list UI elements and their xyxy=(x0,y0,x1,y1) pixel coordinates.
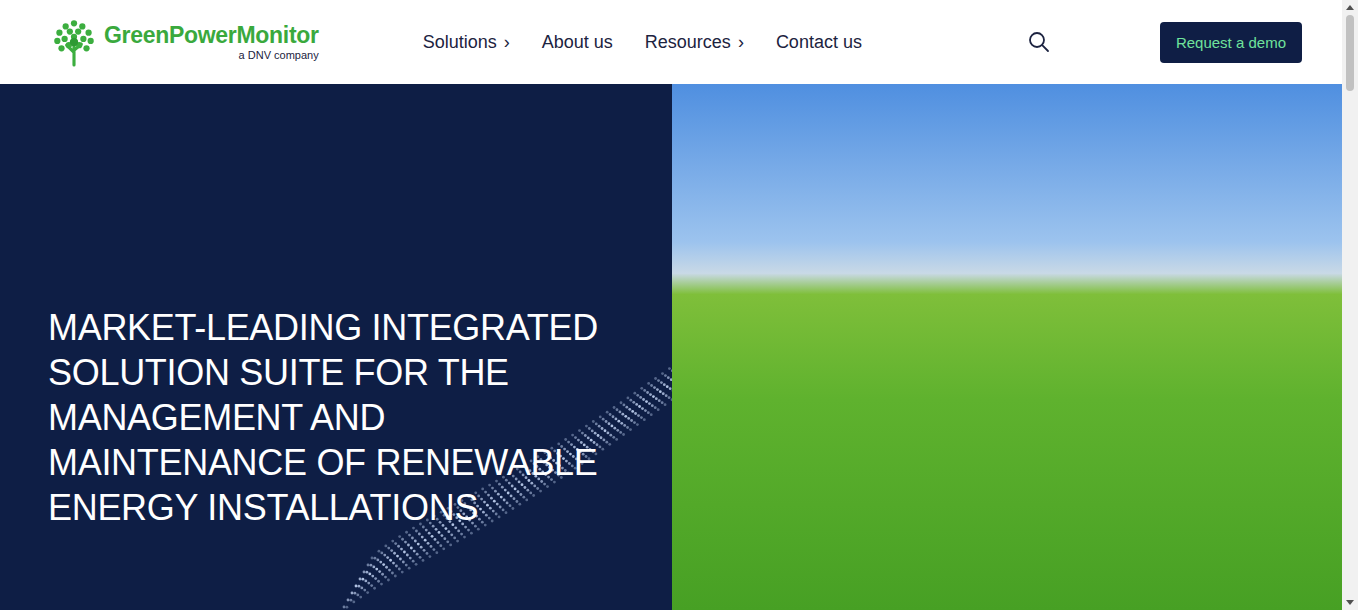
main-nav: Solutions› About us Resources› Contact us xyxy=(423,32,862,53)
chevron-icon: › xyxy=(738,32,744,53)
scroll-thumb[interactable] xyxy=(1346,15,1354,91)
hero-photo xyxy=(672,84,1342,610)
request-demo-button[interactable]: Request a demo xyxy=(1160,22,1302,63)
logo-name: GreenPowerMonitor xyxy=(104,22,319,48)
nav-item[interactable]: Solutions› xyxy=(423,32,510,53)
scrollbar[interactable] xyxy=(1342,0,1358,610)
nav-item[interactable]: About us xyxy=(542,32,613,53)
hero: MARKET-LEADING INTEGRATED SOLUTION SUITE… xyxy=(0,84,1342,610)
search-icon[interactable] xyxy=(1028,31,1050,53)
tree-logo-icon xyxy=(50,17,98,67)
chevron-icon: › xyxy=(504,32,510,53)
page: GreenPowerMonitor a DNV company Solution… xyxy=(0,0,1358,610)
content: GreenPowerMonitor a DNV company Solution… xyxy=(0,0,1342,610)
nav-item[interactable]: Contact us xyxy=(776,32,862,53)
logo-text: GreenPowerMonitor a DNV company xyxy=(104,22,319,63)
scroll-down-icon[interactable] xyxy=(1346,600,1354,605)
nav-item[interactable]: Resources› xyxy=(645,32,744,53)
logo[interactable]: GreenPowerMonitor a DNV company xyxy=(50,17,319,67)
hero-headline: MARKET-LEADING INTEGRATED SOLUTION SUITE… xyxy=(48,305,628,530)
hero-panel: MARKET-LEADING INTEGRATED SOLUTION SUITE… xyxy=(0,84,672,610)
logo-tagline: a DNV company xyxy=(239,48,319,62)
header: GreenPowerMonitor a DNV company Solution… xyxy=(0,0,1342,84)
scroll-up-icon[interactable] xyxy=(1346,5,1354,10)
